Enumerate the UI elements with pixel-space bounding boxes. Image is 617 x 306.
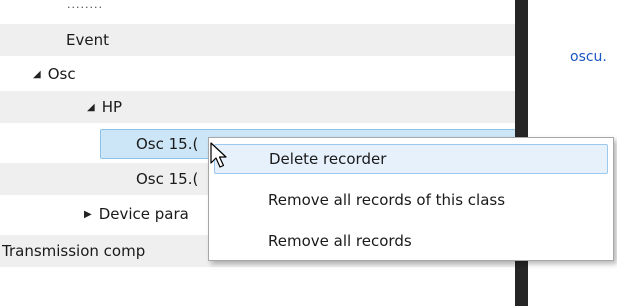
- expanded-triangle-icon[interactable]: ◢: [87, 102, 95, 113]
- context-menu: Delete recorder Remove all records of th…: [208, 137, 614, 261]
- tree-item-label: Event: [66, 31, 109, 49]
- menu-item-label: Delete recorder: [269, 150, 387, 168]
- expanded-triangle-icon[interactable]: ◢: [33, 69, 41, 80]
- tree-item-label: Osc 15.(: [136, 135, 199, 153]
- tree-item-hp[interactable]: ◢ HP: [0, 91, 515, 123]
- tree-item-label: Transmission comp: [2, 242, 146, 260]
- tree-item-label: Osc: [47, 65, 76, 83]
- collapsed-triangle-icon[interactable]: ▶: [84, 209, 92, 220]
- menu-item-label: Remove all records: [268, 232, 412, 250]
- osc-link[interactable]: oscu.: [570, 49, 607, 65]
- tree-item-label: Osc 15.(: [136, 170, 199, 188]
- tree-item-label: Device para: [98, 205, 189, 223]
- tree-item-label: HP: [101, 98, 123, 116]
- remove-all-records-menu-item[interactable]: Remove all records: [214, 226, 608, 256]
- remove-class-records-menu-item[interactable]: Remove all records of this class: [214, 185, 608, 215]
- truncated-row-label: ........: [67, 0, 103, 11]
- arrow-cursor-icon: [210, 142, 227, 168]
- tree-item-event[interactable]: Event: [0, 24, 515, 56]
- delete-recorder-menu-item[interactable]: Delete recorder: [214, 144, 608, 174]
- tree-item-osc[interactable]: ◢ Osc: [0, 58, 515, 90]
- menu-item-label: Remove all records of this class: [268, 191, 506, 209]
